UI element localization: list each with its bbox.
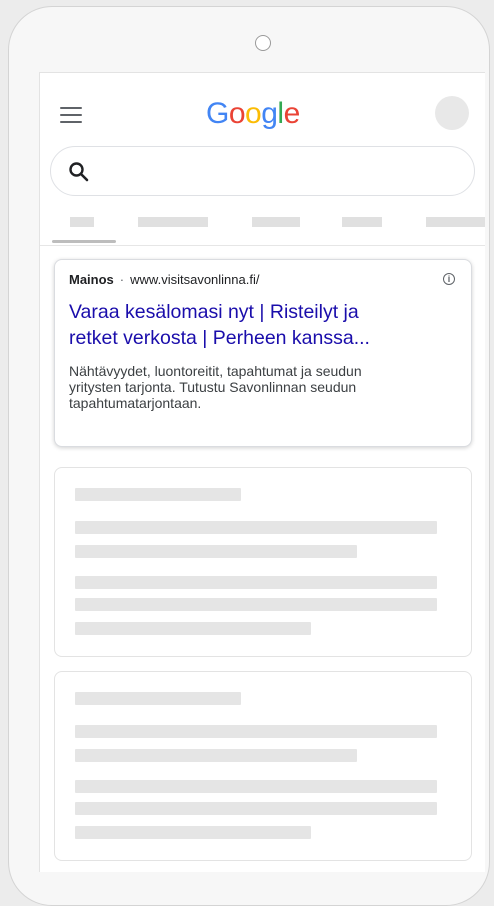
ad-label: Mainos [69, 272, 114, 287]
ad-title-line: retket verkosta | Perheen kanssa... [69, 327, 370, 349]
search-icon [69, 162, 89, 182]
tab-more[interactable] [426, 217, 485, 227]
tab-all[interactable] [70, 217, 94, 227]
camera-icon [255, 35, 271, 51]
placeholder-line [75, 622, 311, 635]
tab-images[interactable] [138, 217, 208, 227]
phone-frame: Google Mainos · www.visitsavonlinna.fi/ i … [8, 6, 490, 906]
ad-description-line: tapahtumatarjontaan. [69, 395, 202, 411]
ad-header: Mainos · www.visitsavonlinna.fi/ i [69, 272, 457, 290]
phone-screen: Google Mainos · www.visitsavonlinna.fi/ i … [39, 72, 485, 872]
placeholder-line [75, 576, 437, 589]
ad-title-link[interactable]: Varaa kesälomasi nyt | Risteilyt ja retk… [69, 299, 457, 351]
tab-news[interactable] [252, 217, 300, 227]
placeholder-result-card [54, 467, 472, 657]
placeholder-line [75, 545, 357, 558]
active-tab-indicator [52, 240, 116, 243]
ad-description-line: Nähtävyydet, luontoreitit, tapahtumat ja… [69, 363, 362, 379]
avatar[interactable] [435, 96, 469, 130]
placeholder-line [75, 802, 437, 815]
ad-url[interactable]: www.visitsavonlinna.fi/ [130, 272, 259, 287]
ad-description: Nähtävyydet, luontoreitit, tapahtumat ja… [69, 363, 457, 411]
hamburger-icon[interactable] [60, 107, 82, 128]
placeholder-line [75, 598, 437, 611]
placeholder-result-card [54, 671, 472, 861]
ad-description-line: yritysten tarjonta. Tutustu Savonlinnan … [69, 379, 357, 395]
search-tabs [40, 213, 485, 246]
placeholder-line [75, 488, 241, 501]
search-input[interactable] [50, 146, 475, 196]
placeholder-line [75, 826, 311, 839]
placeholder-line [75, 780, 437, 793]
placeholder-line [75, 521, 437, 534]
tab-videos[interactable] [342, 217, 382, 227]
placeholder-line [75, 692, 241, 705]
placeholder-line [75, 749, 357, 762]
ad-separator: · [119, 272, 125, 287]
google-logo[interactable]: Google [206, 97, 300, 131]
ad-result: Mainos · www.visitsavonlinna.fi/ i Varaa k… [54, 259, 472, 447]
placeholder-line [75, 725, 437, 738]
info-icon[interactable]: i [443, 273, 455, 285]
ad-title-line: Varaa kesälomasi nyt | Risteilyt ja [69, 301, 359, 323]
